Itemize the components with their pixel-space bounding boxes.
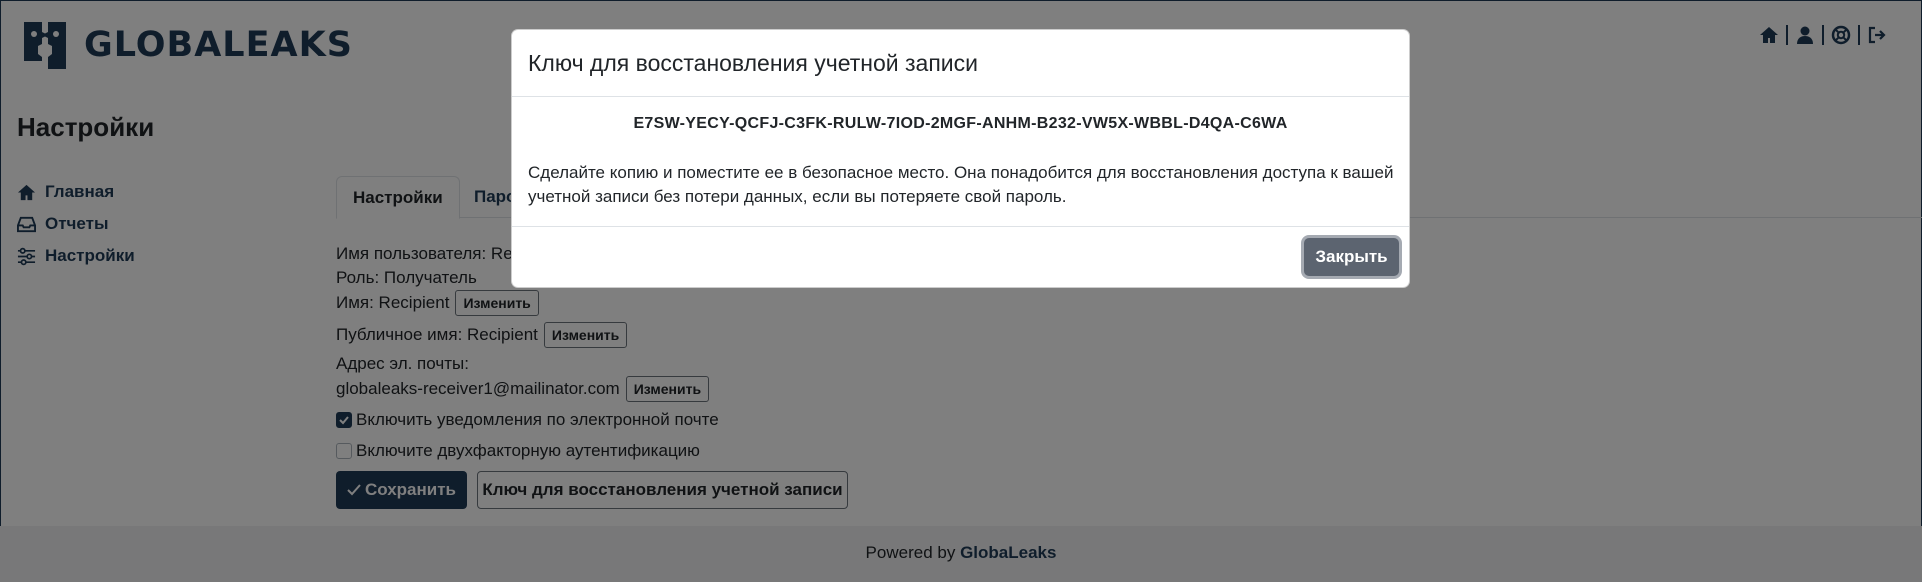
modal-body: E7SW-YECY-QCFJ-C3FK-RULW-7IOD-2MGF-ANHM-… bbox=[512, 115, 1409, 209]
modal-title: Ключ для восстановления учетной записи bbox=[512, 30, 1409, 97]
recovery-key-modal: Ключ для восстановления учетной записи E… bbox=[511, 29, 1410, 288]
modal-footer: Закрыть bbox=[512, 226, 1409, 288]
close-button[interactable]: Закрыть bbox=[1304, 238, 1399, 276]
recovery-key-value: E7SW-YECY-QCFJ-C3FK-RULW-7IOD-2MGF-ANHM-… bbox=[633, 115, 1288, 132]
recovery-key-note: Сделайте копию и поместите ее в безопасн… bbox=[528, 163, 1394, 206]
